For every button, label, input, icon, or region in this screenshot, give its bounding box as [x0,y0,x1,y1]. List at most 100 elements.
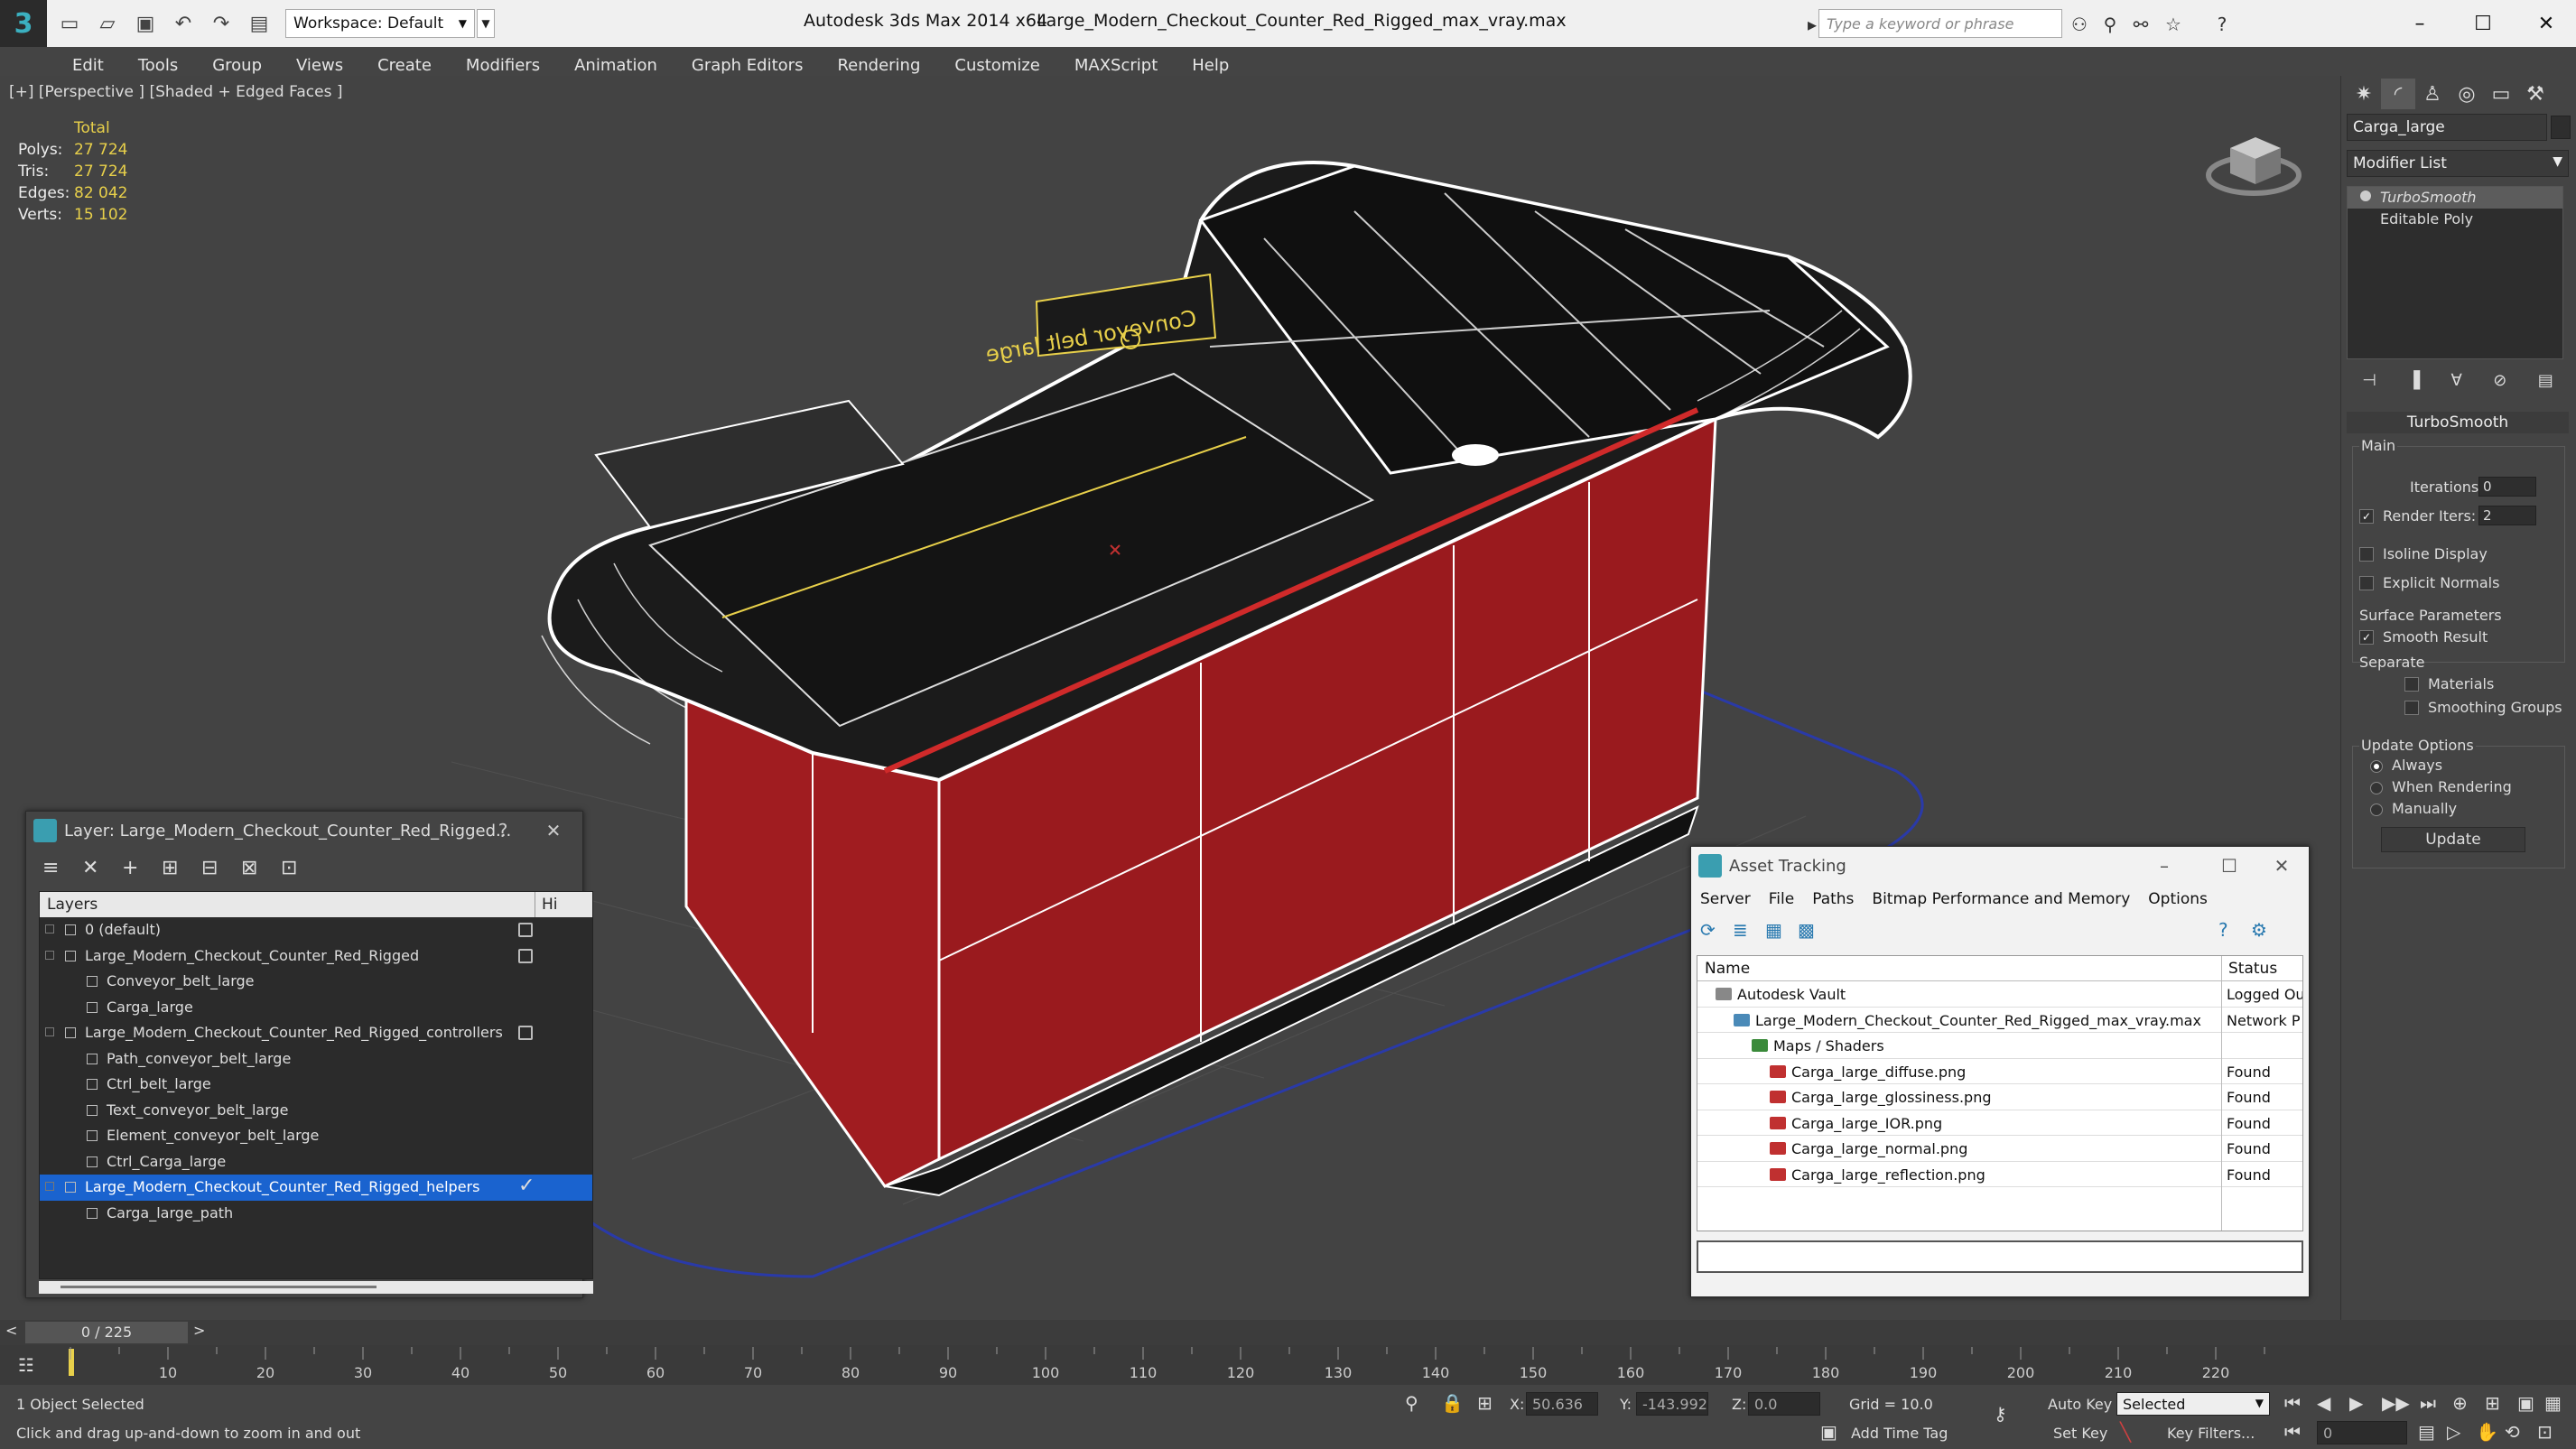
asset-row[interactable]: Carga_large_diffuse.png Found [1697,1059,2302,1084]
list-view-icon[interactable]: ≣ [1733,919,1765,941]
display-tab-icon[interactable]: ▭ [2484,79,2518,109]
render-iters-checkbox[interactable]: ✓ [2359,509,2374,524]
asset-row[interactable]: Carga_large_glossiness.png Found [1697,1084,2302,1110]
hide-toggle-icon[interactable] [518,1026,533,1040]
prev-frame-icon[interactable]: < [5,1322,17,1339]
asset-row[interactable]: Autodesk Vault Logged Out [1697,981,2302,1008]
when-rendering-radio[interactable] [2370,782,2383,794]
layer-row[interactable]: Ctrl_belt_large [40,1072,592,1098]
menu-animation[interactable]: Animation [574,56,657,75]
menu-rendering[interactable]: Rendering [837,56,920,75]
maximize-icon[interactable]: ☐ [2465,7,2501,40]
viewcube-icon[interactable] [2203,112,2311,202]
search-input[interactable]: Type a keyword or phrase [1818,9,2062,38]
tree-expander-icon[interactable] [45,924,54,933]
layer-dialog-titlebar[interactable]: Layer: Large_Modern_Checkout_Counter_Red… [26,812,582,850]
utilities-tab-icon[interactable]: ⚒ [2518,79,2553,109]
render-iters-spinner[interactable]: 2 [2478,506,2536,525]
communication-center-icon[interactable]: ⚲ [2098,13,2122,36]
time-slider[interactable]: < 0 / 225 > [0,1320,2576,1345]
highlight-selected-icon[interactable]: ⊠ [241,857,281,879]
materials-checkbox[interactable] [2404,677,2419,692]
layer-row[interactable]: Large_Modern_Checkout_Counter_Red_Rigged [40,943,592,970]
select-objects-icon[interactable]: ⊟ [201,857,241,879]
x-coordinate-field[interactable]: 50.636 [1526,1392,1598,1416]
layer-row[interactable]: 0 (default) [40,917,592,943]
current-frame-field[interactable]: 0 [2317,1421,2407,1444]
menu-customize[interactable]: Customize [954,56,1039,75]
menu-modifiers[interactable]: Modifiers [466,56,540,75]
close-icon[interactable]: ✕ [2528,7,2564,40]
key-mode-toggle-icon[interactable]: ⏮ [2284,1421,2301,1443]
status-column-header[interactable]: Status [2228,960,2277,978]
menu-tools[interactable]: Tools [138,56,178,75]
absolute-mode-icon[interactable]: ⊞ [1477,1392,1493,1414]
create-layer-icon[interactable]: + [122,857,162,879]
configure-modifier-sets-icon[interactable]: ▤ [2538,371,2553,390]
name-column-header[interactable]: Name [1705,960,1750,978]
asset-menu-options[interactable]: Options [2148,890,2208,908]
tree-expander-icon[interactable] [45,1182,54,1191]
track-bar[interactable]: ☷ 10 20 30 40 50 60 70 80 90 100 110 120 130 140 150 16… [0,1345,2576,1385]
refresh-icon[interactable]: ⟳ [1700,919,1733,941]
layer-row[interactable]: Conveyor_belt_large [40,969,592,995]
menu-create[interactable]: Create [377,56,432,75]
modifier-list-dropdown[interactable]: Modifier List ▼ [2347,150,2569,177]
zoom-all-icon[interactable]: ⊞ [2485,1392,2500,1414]
layer-row[interactable]: Carga_large_path [40,1201,592,1227]
table-view-icon[interactable]: ▩ [1798,919,1830,941]
settings-icon[interactable]: ⚙ [2251,919,2283,941]
key-filters-button[interactable]: Key Filters... [2167,1425,2255,1442]
create-tab-icon[interactable]: ✷ [2347,79,2381,109]
hide-toggle-icon[interactable] [518,948,533,963]
binoculars-icon[interactable]: ⚇ [2068,13,2091,36]
add-time-tag-label[interactable]: Add Time Tag [1851,1425,1948,1442]
field-of-view-icon[interactable]: ▷ [2447,1421,2460,1443]
object-color-swatch[interactable] [2551,116,2571,139]
menu-maxscript[interactable]: MAXScript [1074,56,1158,75]
hide-all-icon[interactable]: ⊡ [281,857,321,879]
tree-expander-icon[interactable] [45,950,54,960]
asset-menu-bitmap[interactable]: Bitmap Performance and Memory [1872,890,2130,908]
previous-frame-icon[interactable]: ◀ [2317,1392,2330,1414]
layer-row[interactable]: Text_conveyor_belt_large [40,1098,592,1124]
hide-column-header[interactable]: Hi [542,896,558,914]
selection-lock-icon[interactable]: 🔒 [1441,1392,1464,1414]
layer-row[interactable]: Ctrl_Carga_large [40,1149,592,1175]
explicit-normals-checkbox[interactable] [2359,576,2374,590]
favorites-star-icon[interactable]: ☆ [2162,13,2185,36]
maximize-viewport-icon[interactable]: ⊡ [2537,1421,2553,1443]
asset-menu-server[interactable]: Server [1700,890,1751,908]
menu-help[interactable]: Help [1192,56,1229,75]
time-configuration-icon[interactable]: ▤ [2418,1421,2435,1443]
remove-modifier-icon[interactable]: ⊘ [2493,371,2506,390]
menu-edit[interactable]: Edit [72,56,104,75]
hierarchy-tab-icon[interactable]: ♙ [2415,79,2450,109]
zoom-icon[interactable]: ⊕ [2452,1392,2468,1414]
set-key-button[interactable]: Set Key [2053,1425,2107,1442]
close-icon[interactable]: ✕ [539,817,568,844]
layers-icon[interactable]: ≡ [42,857,82,879]
smooth-result-checkbox[interactable]: ✓ [2359,630,2374,645]
always-radio[interactable] [2370,760,2383,773]
minimize-icon[interactable]: – [2402,7,2438,40]
asset-row[interactable]: Carga_large_reflection.png Found [1697,1162,2302,1187]
layer-row[interactable]: Element_conveyor_belt_large [40,1123,592,1149]
time-tag-icon[interactable]: ▣ [1820,1421,1837,1443]
layers-column-header[interactable]: Layers [47,896,98,914]
new-file-icon[interactable]: ▭ [54,8,85,39]
minimize-icon[interactable]: – [2150,852,2179,879]
asset-row[interactable]: Carga_large_normal.png Found [1697,1136,2302,1162]
menu-views[interactable]: Views [296,56,343,75]
asset-row[interactable]: Carga_large_IOR.png Found [1697,1110,2302,1136]
menu-graph-editors[interactable]: Graph Editors [692,56,804,75]
quick-access-menu-button[interactable]: ▼ [477,9,495,38]
open-file-icon[interactable]: ▱ [92,8,123,39]
viewport-label[interactable]: [+] [Perspective ] [Shaded + Edged Faces… [9,83,342,101]
auto-key-button[interactable]: Auto Key [2048,1396,2112,1413]
menu-group[interactable]: Group [212,56,262,75]
manually-radio[interactable] [2370,803,2383,816]
set-key-icon[interactable]: ╲ [2120,1421,2131,1443]
hide-toggle-icon[interactable] [518,923,533,937]
asset-row[interactable]: Large_Modern_Checkout_Counter_Red_Rigged… [1697,1008,2302,1033]
